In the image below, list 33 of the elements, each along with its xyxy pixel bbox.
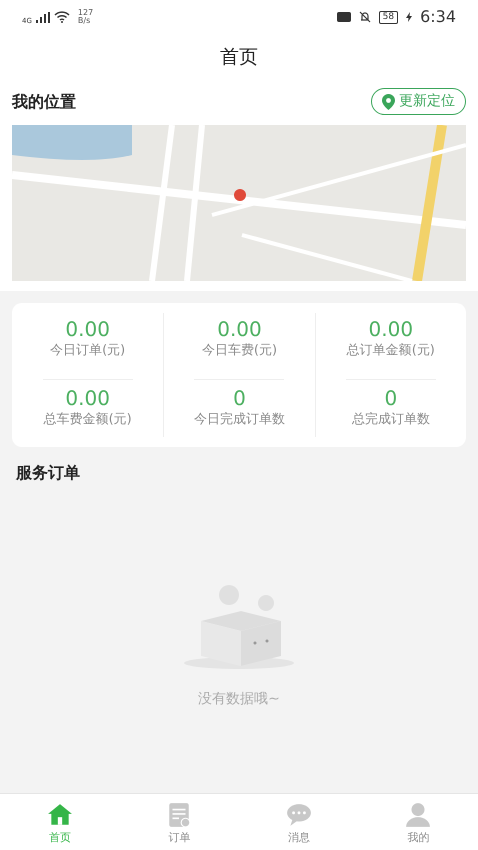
stat-label: 总车费金额(元) — [42, 410, 133, 428]
battery-level: 58 — [378, 10, 398, 24]
tab-item[interactable]: 消息 — [239, 794, 358, 850]
stat-value: 0 — [383, 386, 398, 410]
stat-label: 总订单金额(元) — [346, 342, 436, 360]
chat-bubble-icon — [284, 802, 313, 828]
signal-icon — [36, 12, 50, 22]
map-placeholder[interactable] — [12, 125, 466, 281]
network-speed: 127 B/s — [78, 9, 94, 25]
stat-label: 今日车费(元) — [200, 342, 278, 360]
tab-item[interactable]: 订单 — [120, 794, 239, 850]
section-heading: 我的位置 — [12, 90, 76, 112]
status-time: 6:34 — [420, 6, 456, 28]
stat-label: 总完成订单数 — [350, 410, 431, 428]
empty-message: 没有数据哦~ — [198, 690, 280, 709]
stat-label: 今日订单(元) — [49, 342, 126, 360]
person-icon — [404, 802, 432, 828]
tab-item[interactable]: 我的 — [358, 794, 478, 850]
update-location-button[interactable]: 更新定位 — [371, 88, 466, 115]
stat-value: 0 — [232, 386, 247, 410]
stat-value: 0.00 — [64, 386, 111, 410]
location-pin-icon — [382, 94, 395, 110]
stat-value: 0.00 — [64, 317, 111, 341]
tab-item[interactable]: 首页 — [0, 794, 120, 850]
page-title: 首页 — [220, 44, 258, 70]
bell-off-icon — [358, 11, 371, 23]
stat-value: 0.00 — [368, 317, 414, 341]
section-heading: 服务订单 — [14, 462, 81, 484]
stat-label: 今日完成订单数 — [192, 410, 286, 428]
home-icon — [46, 802, 74, 828]
wifi-icon — [54, 11, 70, 23]
stat-value: 0.00 — [216, 317, 263, 341]
charging-icon — [406, 12, 412, 22]
